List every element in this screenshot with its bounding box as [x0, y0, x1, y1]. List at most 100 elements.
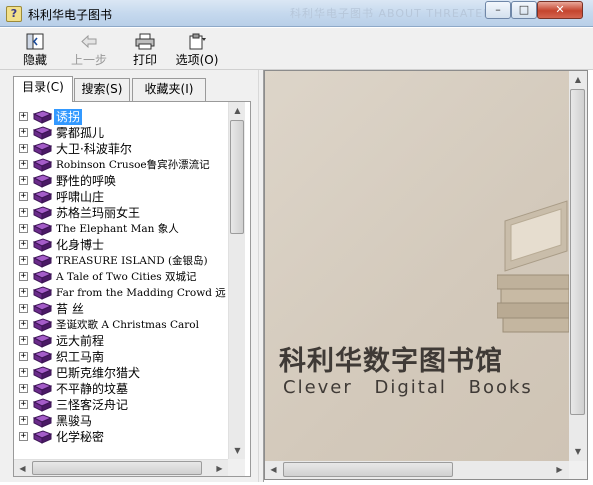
tree-item[interactable]: + Robinson Crusoe鲁宾孙漂流记 [19, 157, 229, 173]
tree-item-label: 苔 丝 [56, 302, 84, 316]
scroll-right-arrow-icon[interactable]: ▶ [211, 460, 228, 477]
content-scroll-right-arrow-icon[interactable]: ▶ [551, 461, 568, 479]
tree-item[interactable]: + 织工马南 [19, 349, 229, 365]
tree-item[interactable]: + 化学秘密 [19, 429, 229, 445]
close-button[interactable]: ✕ [537, 1, 583, 19]
content-vertical-scrollbar[interactable]: ▲ ▼ [569, 71, 587, 461]
expand-icon[interactable]: + [19, 304, 28, 313]
book-icon [33, 110, 52, 124]
tree-vertical-scrollbar[interactable]: ▲ ▼ [228, 102, 245, 459]
expand-icon[interactable]: + [19, 240, 28, 249]
book-icon [33, 414, 52, 428]
book-icon [33, 398, 52, 412]
tab-favorites[interactable]: 收藏夹(I) [132, 78, 206, 101]
tree-item[interactable]: + 化身博士 [19, 237, 229, 253]
scroll-down-arrow-icon[interactable]: ▼ [229, 442, 246, 459]
scroll-up-arrow-icon[interactable]: ▲ [229, 102, 246, 119]
title-bar[interactable]: ? 科利华电子图书 科利华电子图书 ABOUT THREATENING – □ … [0, 0, 593, 27]
expand-icon[interactable]: + [19, 144, 28, 153]
expand-icon[interactable]: + [19, 272, 28, 281]
content-scrollbar-corner [569, 461, 587, 479]
book-icon [33, 190, 52, 204]
expand-icon[interactable]: + [19, 288, 28, 297]
contents-tree: + 诱拐 + 雾都孤儿 + 大卫·科波菲尔 + Robinson Crusoe鲁宾孙漂流记 + 野… [19, 109, 229, 449]
tree-item[interactable]: + 苔 丝 [19, 301, 229, 317]
tree-item[interactable]: + 雾都孤儿 [19, 125, 229, 141]
book-icon [33, 302, 52, 316]
expand-icon[interactable]: + [19, 208, 28, 217]
help-book-icon: ? [6, 6, 22, 22]
tree-item-label: 巴斯克维尔猎犬 [56, 366, 141, 380]
book-icon [33, 334, 52, 348]
tree-item[interactable]: + 巴斯克维尔猎犬 [19, 365, 229, 381]
tree-item-label: 苏格兰玛丽女王 [56, 206, 141, 220]
expand-icon[interactable]: + [19, 336, 28, 345]
expand-icon[interactable]: + [19, 128, 28, 137]
tree-item[interactable]: + 远大前程 [19, 333, 229, 349]
content-page: 科利华数字图书馆 Clever Digital Books [265, 71, 569, 461]
tree-item-label: TREASURE ISLAND (金银岛) [56, 255, 208, 267]
content-scroll-up-arrow-icon[interactable]: ▲ [569, 71, 587, 88]
maximize-button[interactable]: □ [511, 1, 537, 19]
tab-search[interactable]: 搜索(S) [74, 78, 130, 101]
brand-chinese-title: 科利华数字图书馆 [279, 346, 503, 377]
tree-item[interactable]: + 诱拐 [19, 109, 229, 125]
expand-icon[interactable]: + [19, 368, 28, 377]
tree-item[interactable]: + A Tale of Two Cities 双城记 [19, 269, 229, 285]
expand-icon[interactable]: + [19, 160, 28, 169]
back-button[interactable]: 上一步 [64, 33, 114, 69]
content-horizontal-thumb[interactable] [283, 462, 453, 477]
scroll-left-arrow-icon[interactable]: ◀ [14, 460, 31, 477]
toolbar: 隐藏 上一步 打印 选项(O) [0, 28, 593, 70]
expand-icon[interactable]: + [19, 112, 28, 121]
expand-icon[interactable]: + [19, 320, 28, 329]
expand-icon[interactable]: + [19, 192, 28, 201]
back-arrow-icon [81, 34, 97, 49]
expand-icon[interactable]: + [19, 384, 28, 393]
expand-icon[interactable]: + [19, 224, 28, 233]
contents-panel: + 诱拐 + 雾都孤儿 + 大卫·科波菲尔 + Robinson Crusoe鲁宾孙漂流记 + 野… [13, 101, 251, 477]
content-scroll-down-arrow-icon[interactable]: ▼ [569, 443, 587, 460]
tree-item[interactable]: + 大卫·科波菲尔 [19, 141, 229, 157]
expand-icon[interactable]: + [19, 256, 28, 265]
expand-icon[interactable]: + [19, 400, 28, 409]
content-pane: 科利华数字图书馆 Clever Digital Books ▲ ▼ ◀ ▶ [264, 70, 588, 480]
expand-icon[interactable]: + [19, 176, 28, 185]
tree-item-label: 大卫·科波菲尔 [56, 142, 132, 156]
tree-item-label: The Elephant Man 象人 [56, 223, 179, 235]
book-icon [33, 158, 52, 172]
minimize-button[interactable]: – [485, 1, 511, 19]
print-button[interactable]: 打印 [120, 33, 170, 69]
tree-item[interactable]: + 黑骏马 [19, 413, 229, 429]
tree-item-label: 呼啸山庄 [56, 190, 105, 204]
tree-horizontal-thumb[interactable] [32, 461, 202, 475]
tree-item[interactable]: + 呼啸山庄 [19, 189, 229, 205]
tree-item[interactable]: + 不平静的坟墓 [19, 381, 229, 397]
hide-button[interactable]: 隐藏 [10, 33, 60, 69]
content-vertical-thumb[interactable] [570, 89, 585, 415]
tree-item[interactable]: + TREASURE ISLAND (金银岛) [19, 253, 229, 269]
expand-icon[interactable]: + [19, 352, 28, 361]
content-scroll-left-arrow-icon[interactable]: ◀ [265, 461, 282, 479]
options-button[interactable]: 选项(O) [172, 33, 222, 69]
tree-horizontal-scrollbar[interactable]: ◀ ▶ [14, 459, 228, 476]
tree-item[interactable]: + 三怪客泛舟记 [19, 397, 229, 413]
tree-vertical-thumb[interactable] [230, 120, 244, 234]
brand-english-title: Clever Digital Books [283, 377, 533, 398]
tree-item[interactable]: + The Elephant Man 象人 [19, 221, 229, 237]
expand-icon[interactable]: + [19, 416, 28, 425]
book-icon [33, 238, 52, 252]
content-horizontal-scrollbar[interactable]: ◀ ▶ [265, 461, 569, 479]
tree-item[interactable]: + Far from the Madding Crowd 远 [19, 285, 229, 301]
tree-item[interactable]: + 苏格兰玛丽女王 [19, 205, 229, 221]
tree-item-label: Far from the Madding Crowd 远 [56, 287, 226, 299]
tab-contents[interactable]: 目录(C) [13, 76, 73, 102]
tree-item[interactable]: + 野性的呼唤 [19, 173, 229, 189]
scrollbar-corner [228, 459, 245, 476]
tree-item[interactable]: + 圣诞欢歌 A Christmas Carol [19, 317, 229, 333]
book-icon [33, 350, 52, 364]
book-icon [33, 430, 52, 444]
printer-icon [135, 33, 155, 50]
book-icon [33, 142, 52, 156]
expand-icon[interactable]: + [19, 432, 28, 441]
